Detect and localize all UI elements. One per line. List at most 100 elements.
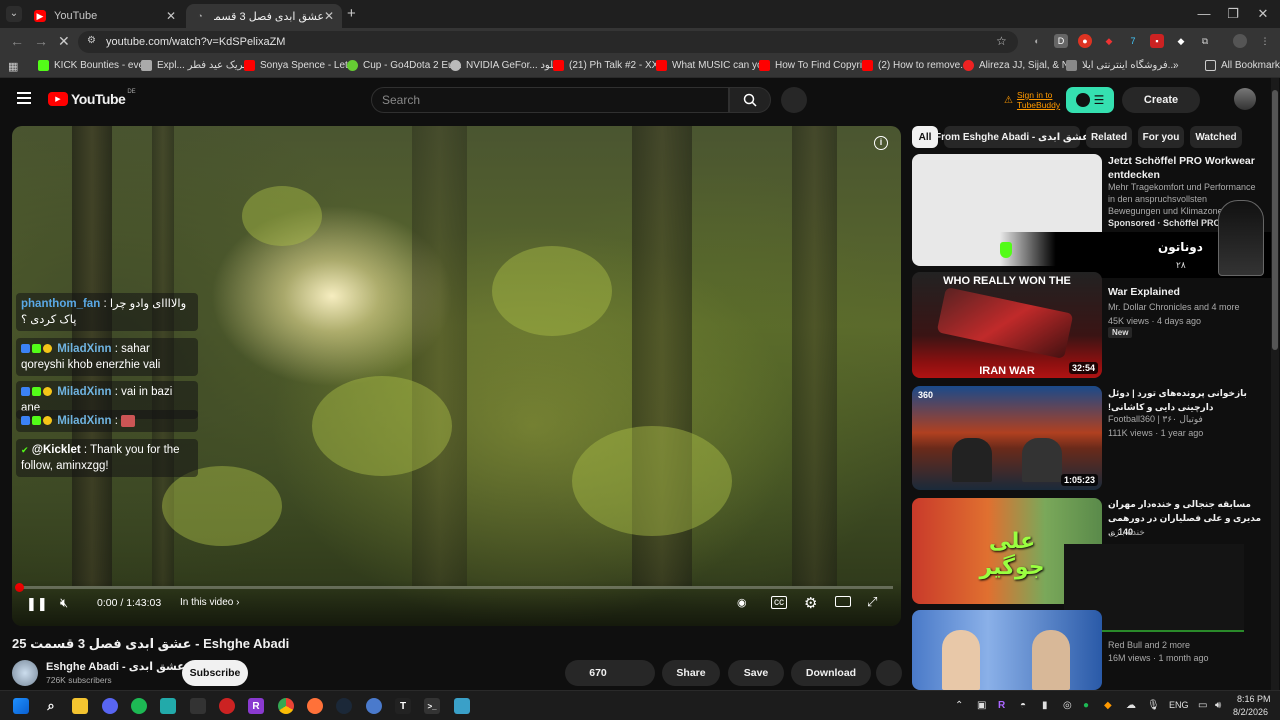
bookmark-item[interactable]: What MUSIC can yo... <box>656 60 771 71</box>
extensions-puzzle-icon[interactable]: ⧉ <box>1198 34 1212 48</box>
clock-time[interactable]: 8:16 PM <box>1237 694 1271 704</box>
tray-spotify-icon[interactable]: ● <box>1083 700 1089 711</box>
rec-channel[interactable]: Mr. Dollar Chronicles and 4 more <box>1108 301 1268 313</box>
bookmark-item[interactable]: NVIDIA GeFor... دانلود <box>450 60 563 71</box>
clock-date[interactable]: 8/2/2026 <box>1233 707 1268 717</box>
chip-for-you[interactable]: For you <box>1138 126 1184 148</box>
app-icon[interactable] <box>160 698 176 714</box>
bookmark-item[interactable]: Sonya Spence - Let... <box>244 60 356 71</box>
rec-title[interactable]: War Explained <box>1108 285 1268 299</box>
scrollbar-thumb[interactable] <box>1272 90 1278 350</box>
autoplay-toggle-icon[interactable]: ◉ <box>737 596 747 609</box>
voice-search-button[interactable] <box>781 87 807 113</box>
tubebuddy-button[interactable]: ☰ <box>1066 87 1114 113</box>
page-scrollbar[interactable] <box>1271 78 1279 690</box>
pause-icon[interactable]: ❚❚ <box>26 596 48 612</box>
chrome-icon[interactable] <box>278 698 294 714</box>
rec-channel[interactable]: Red Bull and 2 more <box>1108 639 1268 651</box>
url-field[interactable]: ⚙ youtube.com/watch?v=KdSPelixaZM ☆ <box>78 31 1018 53</box>
language-indicator[interactable]: ENG <box>1169 700 1189 710</box>
display-icon[interactable]: ▭ <box>1198 700 1207 711</box>
subtitles-icon[interactable]: cc <box>771 596 787 609</box>
extension-icon[interactable]: ◐ <box>1030 34 1044 48</box>
bookmark-item[interactable]: (21) Ph Talk #2 - XX... <box>553 60 667 71</box>
bookmark-item[interactable]: KICK Bounties - eve... <box>38 60 152 71</box>
tray-icon[interactable]: ▮ <box>1042 700 1048 711</box>
forward-icon[interactable]: → <box>34 33 48 49</box>
like-button[interactable]: 670 <box>565 660 655 686</box>
extension-icon[interactable]: 7 <box>1126 34 1140 48</box>
video-thumbnail[interactable]: WHO REALLY WON THE IRAN WAR 32:54 <box>912 272 1102 378</box>
apps-grid-icon[interactable]: ▦ <box>8 60 18 73</box>
close-tab-icon[interactable]: ✕ <box>324 9 334 23</box>
extension-icon[interactable]: ● <box>1078 34 1092 48</box>
save-button[interactable]: Save <box>728 660 784 686</box>
new-tab-button[interactable]: + <box>347 5 356 22</box>
app-icon[interactable] <box>219 698 235 714</box>
bookmark-item[interactable]: فروشگاه اینترنتی ایلا... <box>1066 60 1176 71</box>
terminal-icon[interactable]: >_ <box>424 698 440 714</box>
fullscreen-icon[interactable]: ⤢ <box>867 594 877 610</box>
minimize-icon[interactable]: — <box>1195 6 1213 21</box>
file-explorer-icon[interactable] <box>72 698 88 714</box>
app-icon[interactable] <box>190 698 206 714</box>
create-button[interactable]: Create <box>1122 87 1200 113</box>
bookmark-item[interactable]: (2) How to remove... <box>862 60 969 71</box>
share-button[interactable]: Share <box>662 660 720 686</box>
steam-icon[interactable] <box>336 698 352 714</box>
close-tab-icon[interactable]: ✕ <box>166 9 176 23</box>
mute-icon[interactable]: 🔇︎ <box>60 595 68 611</box>
rec-channel[interactable]: خنده بازی <box>1108 526 1268 538</box>
restore-icon[interactable]: ❐ <box>1224 6 1242 22</box>
bookmark-item[interactable]: Expl... تبریک عید فطر <box>141 60 249 71</box>
all-bookmarks[interactable]: All Bookmarks <box>1205 60 1280 71</box>
extension-icon[interactable]: ▪ <box>1150 34 1164 48</box>
theater-mode-icon[interactable] <box>835 596 851 607</box>
video-player[interactable]: i phanthom_fan : والاااای وادو چرا پاک ک… <box>12 126 901 626</box>
app-icon[interactable] <box>366 698 382 714</box>
subscribe-button[interactable]: Subscribe <box>182 660 248 686</box>
search-button[interactable] <box>729 87 771 113</box>
tray-icon[interactable]: ☁ <box>1126 700 1136 711</box>
video-thumbnail[interactable]: 360 1:05:23 <box>912 386 1102 490</box>
extension-icon[interactable]: ◆ <box>1102 34 1116 48</box>
tray-overflow-icon[interactable]: ⌃ <box>955 700 963 711</box>
tray-icon[interactable]: ◆ <box>1104 700 1112 711</box>
youtube-logo[interactable]: ▶ YouTube DE <box>48 89 136 107</box>
info-icon[interactable]: i <box>874 136 888 150</box>
typora-icon[interactable]: T <box>395 698 411 714</box>
rec-title[interactable]: بازخوانی پرونده‌های تورد | دوئل دارچینی … <box>1108 386 1268 414</box>
browser-menu-icon[interactable]: ⋮ <box>1258 34 1272 48</box>
tab-video[interactable]: ◔ عشق ابدی فصل 3 قسمت 25 - ... ✕ <box>186 4 342 28</box>
site-info-icon[interactable]: ⚙ <box>87 35 96 46</box>
tab-youtube[interactable]: ▶ YouTube ✕ <box>26 4 184 28</box>
notepad-icon[interactable] <box>454 698 470 714</box>
profile-avatar[interactable] <box>1233 34 1247 48</box>
in-this-video-button[interactable]: In this video › <box>180 597 239 608</box>
channel-avatar[interactable] <box>12 660 38 686</box>
bookmark-star-icon[interactable]: ☆ <box>996 34 1007 48</box>
tubebuddy-signin[interactable]: ⚠ Sign in to TubeBuddy <box>1004 90 1060 110</box>
firefox-icon[interactable] <box>307 698 323 714</box>
rec-channel[interactable]: Football360 | فوتبال ۳۶۰ <box>1108 413 1268 425</box>
tray-icon[interactable]: ▣ <box>977 700 986 711</box>
channel-name[interactable]: Eshghe Abadi - عشق ابدی <box>46 660 185 673</box>
more-actions-button[interactable] <box>876 660 902 686</box>
extension-icon[interactable]: ◆ <box>1174 34 1188 48</box>
download-button[interactable]: Download <box>791 660 871 686</box>
chip-related[interactable]: Related <box>1086 126 1132 148</box>
rec-title[interactable]: Jetzt Schöffel PRO Workwear entdecken <box>1108 154 1268 182</box>
search-icon[interactable]: ⌕ <box>43 698 59 714</box>
search-input[interactable]: Search <box>371 87 729 113</box>
chip-from-channel[interactable]: From Eshghe Abadi - عشق ابدی <box>935 126 1089 148</box>
spotify-icon[interactable] <box>131 698 147 714</box>
account-avatar[interactable] <box>1234 88 1256 110</box>
chip-watched[interactable]: Watched <box>1190 126 1242 148</box>
bookmarks-overflow-icon[interactable]: » <box>1173 60 1179 71</box>
bookmark-item[interactable]: Cup - Go4Dota 2 Eu... <box>347 60 462 71</box>
settings-icon[interactable]: ⚙ <box>804 594 817 612</box>
video-thumbnail[interactable] <box>912 610 1102 690</box>
back-icon[interactable]: ← <box>10 33 24 49</box>
windows-start-icon[interactable] <box>13 698 29 714</box>
stop-loading-icon[interactable]: ✕ <box>58 33 70 50</box>
